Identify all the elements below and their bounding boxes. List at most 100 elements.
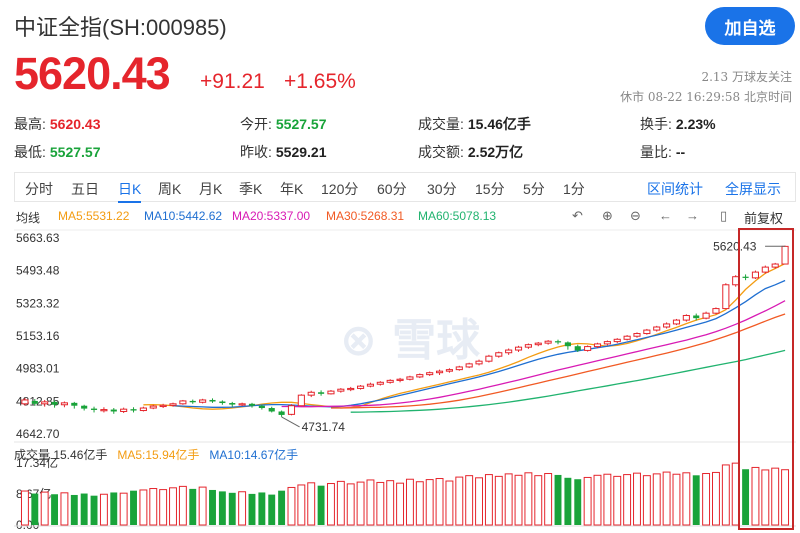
candle-body <box>653 326 661 331</box>
volume-bar <box>99 493 108 526</box>
volume-bar <box>633 472 641 526</box>
candle-body <box>71 402 78 406</box>
candle-body <box>149 405 157 409</box>
volume-bar <box>613 475 622 526</box>
candle-body <box>51 401 58 405</box>
candle-body <box>633 333 641 337</box>
candle-body <box>347 387 355 391</box>
volume-bar <box>189 488 197 525</box>
candle-body <box>564 342 571 347</box>
candle-body <box>475 360 483 365</box>
candle-body <box>544 340 552 344</box>
y-tick-label: 4642.70 <box>16 427 60 441</box>
volume-bar <box>623 474 632 526</box>
candle-body <box>455 366 463 371</box>
candle-body <box>682 314 690 321</box>
volume-bar <box>574 479 582 525</box>
volume-bar <box>652 473 661 526</box>
volume-bar <box>445 480 454 526</box>
candle-body <box>534 342 542 346</box>
candle-body <box>199 399 207 403</box>
volume-bar <box>524 472 533 526</box>
volume-bar <box>356 481 365 526</box>
volume-bar <box>455 476 464 526</box>
candle-body <box>366 383 375 387</box>
volume-bar <box>346 483 355 526</box>
candle-body <box>139 407 147 412</box>
volume-bar <box>564 477 572 525</box>
volume-bar <box>721 464 730 526</box>
volume-bar <box>386 480 395 526</box>
candle-body <box>229 403 236 405</box>
candle-body <box>130 409 137 411</box>
candle-body <box>643 329 651 335</box>
candle-body <box>278 411 285 415</box>
volume-bar <box>327 483 335 526</box>
y-tick-label: 5663.63 <box>16 231 60 245</box>
volume-bar <box>287 486 296 526</box>
candle-body <box>268 408 275 412</box>
volume-bar <box>317 485 325 525</box>
candle-body <box>41 401 49 405</box>
volume-bar <box>336 480 345 526</box>
candle-body <box>426 372 434 376</box>
volume-bar <box>712 471 720 526</box>
candle-body <box>248 403 256 406</box>
candle-body <box>100 409 108 412</box>
candle-body <box>663 323 671 328</box>
candle-body <box>21 399 29 405</box>
y-tick-label: 5153.16 <box>16 329 60 343</box>
volume-bar <box>248 493 256 525</box>
volume-bar <box>169 487 177 526</box>
candle-body <box>318 392 325 394</box>
volume-bar <box>178 485 187 526</box>
volume-bar <box>682 472 691 526</box>
candle-body <box>357 385 365 389</box>
volume-bar <box>396 482 405 526</box>
candle-body <box>554 341 562 343</box>
volume-bar <box>475 477 483 526</box>
highlight-box <box>738 228 794 530</box>
volume-bar <box>583 476 592 526</box>
volume-bar <box>60 492 69 526</box>
volume-bar <box>119 492 128 526</box>
candle-body <box>120 408 128 412</box>
candle-body <box>593 343 602 348</box>
volume-bar <box>544 473 553 526</box>
volume-bar <box>130 490 137 525</box>
low-marker-line <box>281 416 300 428</box>
candle-body <box>169 403 177 406</box>
volume-bar <box>692 475 700 525</box>
candle-body <box>219 401 226 404</box>
candle-body <box>574 346 581 351</box>
candle-body <box>514 346 523 351</box>
candle-body <box>189 400 196 403</box>
candle-body <box>238 403 246 406</box>
candle-body <box>297 394 305 407</box>
candle-body <box>623 335 631 340</box>
volume-bar <box>80 493 88 525</box>
candle-body <box>327 390 335 395</box>
candle-body <box>110 409 117 412</box>
volume-bar <box>209 489 216 525</box>
volume-bar <box>662 471 671 526</box>
volume-bar <box>554 474 562 525</box>
volume-bar <box>258 492 266 525</box>
candle-body <box>31 400 38 404</box>
volume-bar <box>90 495 98 525</box>
candle-body <box>445 369 453 372</box>
volume-bar <box>20 490 29 526</box>
volume-bar <box>139 489 148 526</box>
candle-body <box>81 405 88 409</box>
candle-body <box>396 378 404 381</box>
volume-bar <box>465 475 474 526</box>
volume-bar <box>159 489 168 526</box>
candle-body <box>584 346 592 351</box>
candle-body <box>287 405 296 415</box>
candle-body <box>495 352 503 357</box>
volume-bar <box>366 479 375 526</box>
kline-chart[interactable]: 5663.635493.485323.325153.164983.014812.… <box>0 0 800 533</box>
volume-bar <box>278 490 286 525</box>
volume-bar <box>70 494 78 525</box>
volume-bar <box>376 481 385 526</box>
